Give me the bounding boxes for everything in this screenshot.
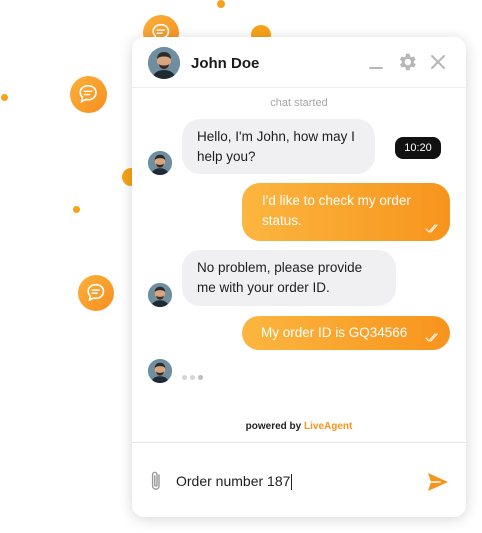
powered-by-brand[interactable]: LiveAgent [304, 421, 352, 432]
chat-bubble-icon [78, 275, 114, 311]
typing-dot [198, 375, 203, 380]
typing-dot [190, 375, 195, 380]
minimize-icon[interactable] [365, 51, 387, 73]
double-check-icon [425, 333, 440, 342]
agent-name: John Doe [191, 55, 260, 72]
message-composer [132, 442, 466, 517]
agent-avatar [148, 47, 180, 79]
message-time-badge: 10:20 [395, 137, 441, 159]
send-icon[interactable] [426, 471, 450, 493]
chat-widget: John Doe chat started Hello, I'm John, h… [132, 37, 466, 517]
message-text: I'd like to check my order status. [262, 193, 411, 228]
text-caret [291, 474, 292, 490]
decorative-dot [217, 0, 225, 8]
message-bubble-incoming: No problem, please provide me with your … [182, 250, 396, 306]
message-text: Hello, I'm John, how may I help you? [197, 129, 355, 164]
chat-header: John Doe [132, 37, 466, 88]
message-bubble-outgoing: My order ID is GQ34566 [242, 316, 450, 350]
close-icon[interactable] [427, 51, 449, 73]
message-input[interactable] [176, 467, 416, 495]
typing-dot [182, 375, 187, 380]
message-bubble-outgoing: I'd like to check my order status. [242, 183, 450, 241]
chat-status: chat started [270, 97, 328, 109]
message-text: No problem, please provide me with your … [197, 260, 363, 295]
decorative-dot [1, 94, 8, 101]
double-check-icon [425, 224, 440, 233]
agent-avatar [148, 151, 172, 175]
typing-indicator [182, 367, 206, 385]
message-text: My order ID is GQ34566 [261, 325, 408, 340]
stage: John Doe chat started Hello, I'm John, h… [0, 0, 482, 533]
chat-bubble-icon [70, 76, 107, 113]
paperclip-icon[interactable] [148, 469, 164, 493]
powered-by[interactable]: powered by LiveAgent [132, 421, 466, 432]
agent-avatar [148, 359, 172, 383]
message-bubble-incoming: Hello, I'm John, how may I help you? [182, 119, 375, 174]
decorative-dot [73, 206, 80, 213]
gear-icon[interactable] [396, 51, 418, 73]
powered-by-prefix: powered by [245, 421, 302, 432]
agent-avatar [148, 283, 172, 307]
